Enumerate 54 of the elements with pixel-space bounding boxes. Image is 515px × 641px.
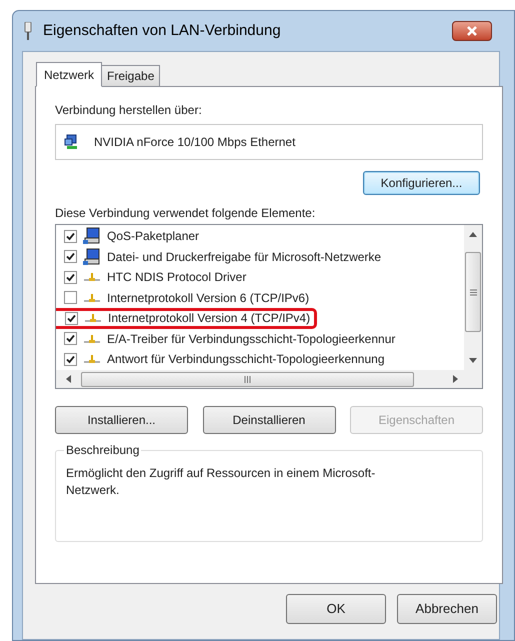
item-label: Internetprotokoll Version 4 (TCP/IPv4) bbox=[108, 310, 310, 328]
adapter-name: NVIDIA nForce 10/100 Mbps Ethernet bbox=[94, 134, 296, 151]
scroll-thumb[interactable] bbox=[81, 372, 414, 386]
check-icon bbox=[67, 314, 76, 323]
checkbox[interactable] bbox=[64, 270, 77, 284]
checkbox[interactable] bbox=[65, 312, 78, 325]
group-title: Beschreibung bbox=[64, 442, 142, 458]
checkbox[interactable] bbox=[64, 291, 77, 304]
item-label: Internetprotokoll Version 6 (TCP/IPv6) bbox=[107, 290, 310, 307]
scroll-thumb[interactable] bbox=[465, 252, 481, 332]
dialog-button[interactable]: Abbrechen bbox=[397, 594, 497, 624]
computer-icon bbox=[83, 227, 101, 246]
close-icon bbox=[466, 26, 478, 36]
description-text: Ermöglicht den Zugriff auf Ressourcen in einem Microsoft-Netzwerk. bbox=[66, 465, 376, 499]
scroll-right-icon bbox=[453, 375, 458, 383]
window-title: Eigenschaften von LAN-Verbindung bbox=[43, 20, 281, 41]
network-plug-icon bbox=[23, 22, 33, 40]
item-label: E/A-Treiber für Verbindungsschicht-Topologieerkennur bbox=[107, 330, 396, 348]
scroll-down-icon bbox=[469, 358, 477, 363]
grip-icon bbox=[244, 376, 251, 382]
computer-icon bbox=[83, 248, 101, 266]
check-icon bbox=[66, 232, 75, 241]
check-icon bbox=[66, 334, 75, 344]
protocol-icon bbox=[83, 272, 101, 282]
protocol-icon bbox=[83, 334, 101, 344]
scroll-left-icon bbox=[66, 375, 71, 383]
connect-label: Verbindung herstellen über: bbox=[55, 102, 203, 119]
checkbox[interactable] bbox=[64, 352, 77, 366]
check-icon bbox=[66, 272, 75, 282]
checkbox[interactable] bbox=[64, 332, 77, 346]
configure-button[interactable]: Konfigurieren... bbox=[363, 171, 480, 195]
item-label: QoS-Paketplaner bbox=[107, 228, 200, 246]
action-button[interactable]: Installieren... bbox=[55, 406, 188, 434]
close-button[interactable] bbox=[452, 21, 492, 41]
protocol-icon bbox=[84, 313, 102, 324]
checkbox[interactable] bbox=[64, 230, 77, 243]
tab[interactable]: Freigabe bbox=[101, 65, 160, 87]
horizontal-scrollbar[interactable] bbox=[56, 370, 482, 388]
item-label: HTC NDIS Protocol Driver bbox=[107, 269, 246, 286]
elements-label: Diese Verbindung verwendet folgende Elemente: bbox=[55, 205, 316, 222]
vertical-scrollbar[interactable] bbox=[464, 225, 482, 370]
check-icon bbox=[66, 252, 75, 262]
scroll-up-icon bbox=[469, 232, 477, 237]
checkbox[interactable] bbox=[64, 250, 77, 264]
protocol-icon bbox=[83, 292, 101, 303]
action-button[interactable]: Deinstallieren bbox=[202, 406, 336, 434]
check-icon bbox=[66, 354, 75, 364]
grip-icon bbox=[470, 288, 476, 296]
tab[interactable]: Netzwerk bbox=[36, 62, 102, 87]
network-adapter-icon bbox=[64, 134, 80, 150]
item-label: Antwort für Verbindungsschicht-Topologieerkennung bbox=[107, 351, 385, 368]
item-label: Datei- und Druckerfreigabe für Microsoft-Netzwerke bbox=[107, 248, 382, 266]
dialog-button[interactable]: OK bbox=[286, 594, 386, 624]
protocol-icon bbox=[83, 354, 101, 364]
